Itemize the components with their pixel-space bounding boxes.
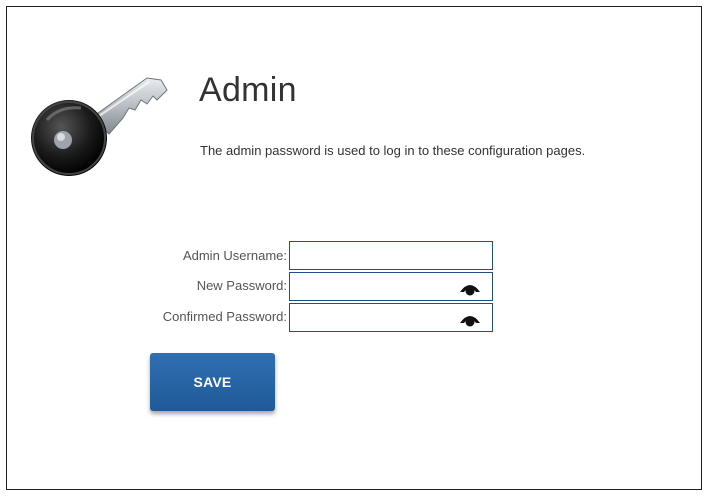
admin-username-input[interactable] <box>289 241 493 270</box>
page-title: Admin <box>199 71 297 109</box>
key-icon <box>31 77 168 176</box>
admin-username-label: Admin Username: <box>182 248 287 263</box>
save-button[interactable]: SAVE <box>150 353 275 411</box>
page-description: The admin password is used to log in to … <box>200 143 586 158</box>
confirmed-password-label: Confirmed Password: <box>162 309 287 324</box>
eye-icon[interactable] <box>459 280 481 296</box>
admin-page-frame: Admin The admin password is used to log … <box>6 6 702 490</box>
new-password-label: New Password: <box>196 278 287 293</box>
eye-icon[interactable] <box>459 311 481 327</box>
